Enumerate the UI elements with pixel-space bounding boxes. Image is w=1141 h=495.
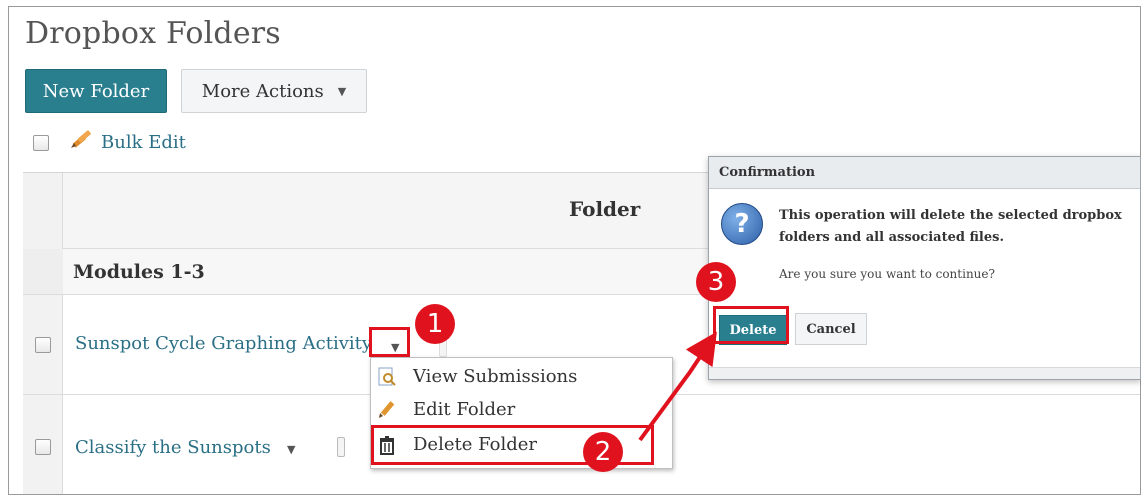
cancel-button[interactable]: Cancel bbox=[795, 313, 867, 345]
step-badge-1: 1 bbox=[415, 304, 455, 344]
step-badge-3: 3 bbox=[696, 262, 736, 302]
step-badge-2: 2 bbox=[583, 432, 623, 472]
folder-column-header[interactable]: Folder bbox=[569, 197, 640, 221]
question-icon: ? bbox=[721, 203, 763, 245]
pencil-icon bbox=[377, 400, 397, 420]
bulk-edit-row: Bulk Edit bbox=[33, 129, 186, 156]
drag-handle-icon[interactable] bbox=[337, 437, 345, 457]
menu-item-edit-folder[interactable]: Edit Folder bbox=[377, 399, 515, 420]
confirmation-dialog: Confirmation ? This operation will delet… bbox=[708, 156, 1141, 380]
folder-link[interactable]: Classify the Sunspots bbox=[75, 437, 271, 458]
bulk-edit-icon bbox=[69, 129, 93, 156]
dialog-question: Are you sure you want to continue? bbox=[779, 267, 995, 281]
context-menu-toggle-icon[interactable]: ▼ bbox=[287, 443, 295, 456]
annotation-box-toggle bbox=[369, 327, 410, 357]
menu-item-label: Edit Folder bbox=[413, 399, 516, 420]
select-all-checkbox[interactable] bbox=[33, 134, 49, 151]
dialog-footer bbox=[709, 367, 1140, 379]
folder-link[interactable]: Sunspot Cycle Graphing Activity bbox=[75, 333, 372, 354]
menu-item-label: View Submissions bbox=[413, 366, 578, 387]
bulk-edit-link[interactable]: Bulk Edit bbox=[69, 129, 186, 156]
more-actions-button[interactable]: More Actions ▼ bbox=[181, 69, 367, 113]
group-checkbox-cell bbox=[23, 249, 63, 295]
bulk-edit-label: Bulk Edit bbox=[101, 132, 186, 153]
row-checkbox[interactable] bbox=[35, 439, 51, 455]
page-title: Dropbox Folders bbox=[25, 16, 281, 51]
chevron-down-icon: ▼ bbox=[337, 84, 347, 98]
view-submissions-icon bbox=[377, 367, 397, 387]
row-checkbox[interactable] bbox=[35, 337, 51, 353]
dialog-title: Confirmation bbox=[709, 157, 1140, 189]
more-actions-label: More Actions bbox=[201, 80, 324, 102]
new-folder-button[interactable]: New Folder bbox=[25, 69, 167, 113]
menu-item-view-submissions[interactable]: View Submissions bbox=[377, 366, 577, 387]
dialog-message: This operation will delete the selected … bbox=[779, 208, 1122, 245]
annotation-box-delete-button bbox=[713, 306, 789, 344]
group-label: Modules 1-3 bbox=[73, 261, 205, 283]
